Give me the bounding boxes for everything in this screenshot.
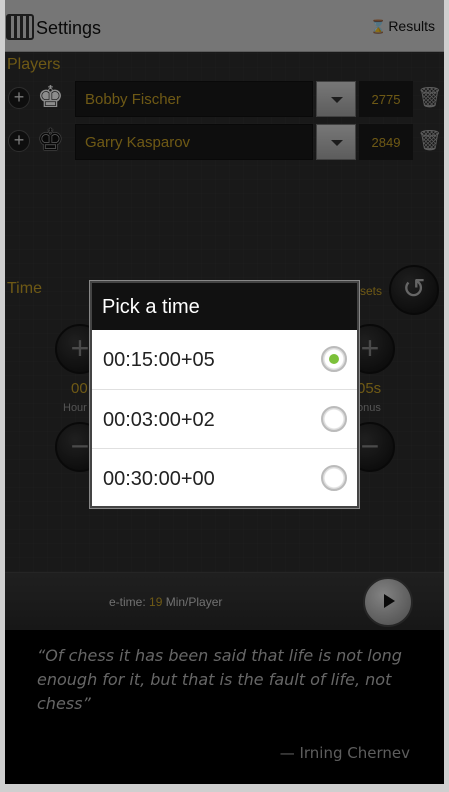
time-option-label: 00:15:00+05: [103, 349, 215, 371]
time-option[interactable]: 00:15:00+05: [92, 330, 357, 390]
radio-icon[interactable]: [321, 465, 347, 491]
time-option-label: 00:30:00+00: [103, 468, 215, 490]
time-option-label: 00:03:00+02: [103, 408, 215, 431]
time-option[interactable]: 00:03:00+02: [92, 390, 357, 449]
time-option[interactable]: 00:30:00+00: [92, 449, 357, 509]
dialog-title: Pick a time: [92, 283, 357, 330]
radio-selected-icon[interactable]: [321, 346, 347, 372]
pick-time-dialog: Pick a time 00:15:00+05 00:03:00+02 00:3…: [90, 281, 359, 508]
radio-icon[interactable]: [321, 405, 347, 432]
